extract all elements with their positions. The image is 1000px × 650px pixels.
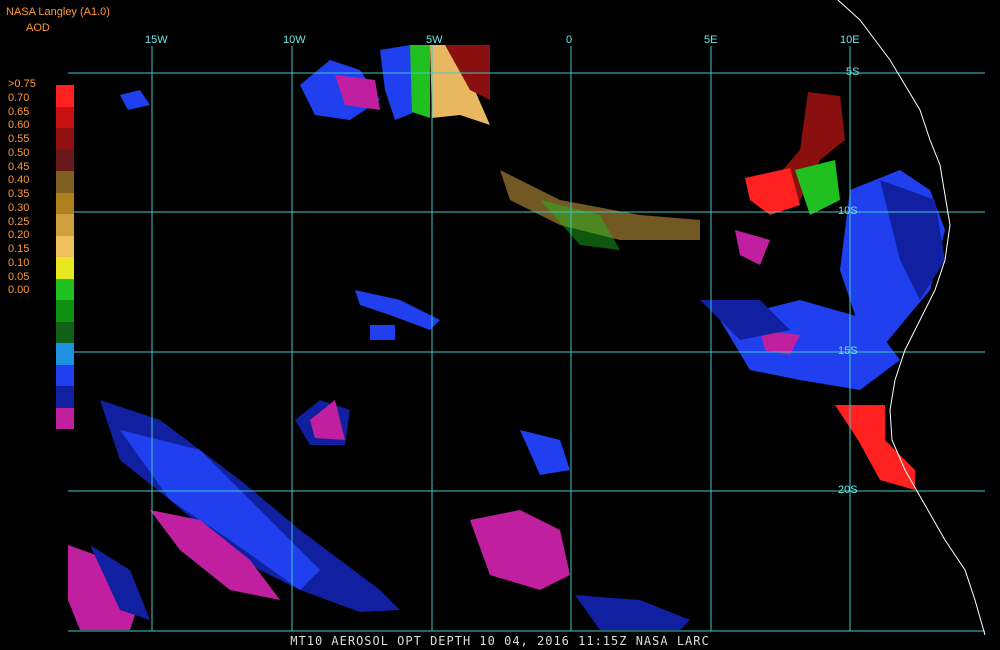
legend-swatch <box>56 278 74 300</box>
legend-swatch <box>56 192 74 214</box>
map-footer: MT10 AEROSOL OPT DEPTH 10 04, 2016 11:15… <box>290 634 710 648</box>
legend-swatch <box>56 149 74 171</box>
legend-swatch <box>56 321 74 343</box>
legend-label: 0.05 <box>8 270 30 283</box>
legend-label: 0.35 <box>8 188 30 200</box>
lon-label-5e: 5E <box>704 34 718 46</box>
legend-label: 0.10 <box>8 256 30 269</box>
header-unit: AOD <box>26 22 50 34</box>
legend-label: 0.15 <box>8 243 30 255</box>
legend-label: 0.50 <box>8 146 30 159</box>
legend-swatch <box>56 235 74 257</box>
legend-label: 0.45 <box>8 160 30 173</box>
legend-swatch <box>56 407 74 429</box>
lon-label-5w: 5W <box>426 34 443 46</box>
lat-label-5s: 5S <box>846 66 860 78</box>
legend-swatch <box>56 364 74 386</box>
legend-swatch <box>56 171 74 193</box>
legend-label: 0.60 <box>8 119 30 132</box>
lon-label-0: 0 <box>566 34 573 46</box>
aerosol-field <box>68 45 945 630</box>
legend-label: 0.25 <box>8 215 30 228</box>
lon-label-10w: 10W <box>283 34 306 46</box>
legend-label: >0.75 <box>8 78 36 90</box>
header-title: NASA Langley (A1.0) <box>6 6 110 18</box>
legend-swatch <box>56 128 74 150</box>
legend-swatch <box>56 386 74 408</box>
legend-swatch <box>56 214 74 236</box>
legend-swatch <box>56 106 74 128</box>
legend-swatch <box>56 85 74 107</box>
aod-map <box>68 0 986 636</box>
legend-swatch <box>56 257 74 279</box>
legend-label: 0.70 <box>8 91 30 104</box>
legend-label: 0.20 <box>8 229 30 242</box>
lon-label-15w: 15W <box>145 34 168 46</box>
lat-label-10s: 10S <box>838 205 858 217</box>
legend-label: 0.30 <box>8 201 30 214</box>
legend-label: 0.65 <box>8 105 30 118</box>
legend-label: 0.00 <box>8 284 30 297</box>
lon-label-10e: 10E <box>840 34 860 46</box>
legend-label: 0.40 <box>8 174 30 187</box>
legend-label: 0.55 <box>8 133 30 145</box>
lat-label-20s: 20S <box>838 484 858 496</box>
legend-swatch <box>56 300 74 322</box>
lat-label-15s: 15S <box>838 345 858 357</box>
legend-swatch <box>56 343 74 365</box>
